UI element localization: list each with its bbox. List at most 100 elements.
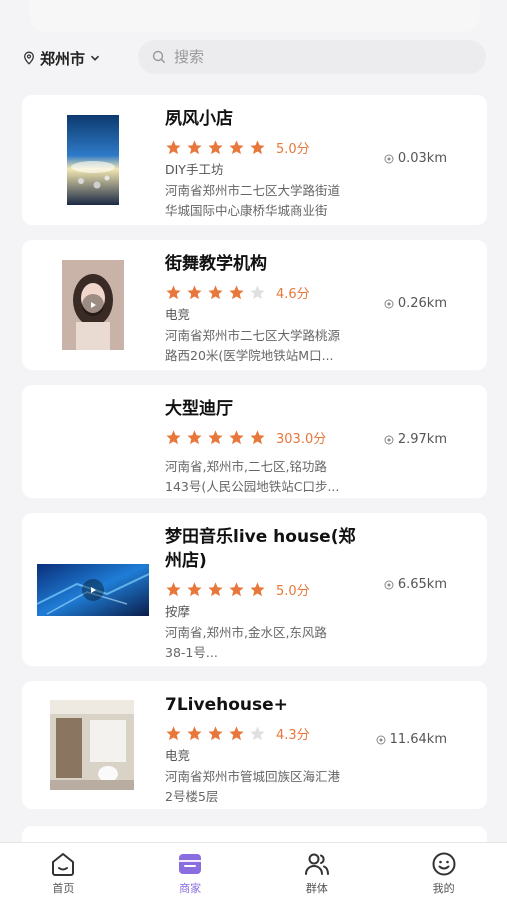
distance-icon (384, 435, 394, 444)
store-name-line2: 州店) (165, 551, 207, 571)
tab-profile[interactable]: 我的 (380, 843, 507, 900)
rating-score: 5.0分 (276, 141, 310, 157)
store-address-line1: 河南省郑州市二七区大学路街道 (165, 183, 341, 198)
rating-score: 303.0分 (276, 431, 327, 447)
star-icon (208, 725, 223, 740)
distance-icon (384, 154, 394, 163)
store-category: 电竞 (165, 748, 191, 763)
store-address-line2: 路西20米(医学院地铁站M口... (165, 348, 334, 363)
star-icon (187, 429, 202, 444)
status-bar-area (30, 0, 480, 32)
distance: 0.03km (384, 151, 447, 166)
rating-score: 5.0分 (276, 583, 310, 599)
star-icon (208, 581, 223, 596)
store-thumbnail (37, 564, 149, 616)
star-empty-icon (250, 284, 265, 299)
bottom-tab-bar: 首页 商家 群体 我的 (0, 842, 507, 900)
home-icon (52, 853, 75, 876)
store-thumbnail (62, 260, 124, 350)
star-icon (208, 284, 223, 299)
play-icon[interactable] (82, 294, 104, 316)
distance-icon (376, 735, 386, 744)
star-icon (166, 429, 181, 444)
star-icon (229, 429, 244, 444)
distance: 2.97km (384, 432, 447, 447)
store-thumbnail (50, 700, 134, 790)
star-icon (187, 284, 202, 299)
distance-icon (384, 299, 394, 308)
location-pin-icon (24, 51, 34, 65)
star-icon (250, 429, 265, 444)
store-card[interactable]: 7Livehouse+ 4.3分 电竞 河南省郑州市管城回族区海汇港 2号楼5层… (22, 681, 487, 809)
tab-label: 群体 (305, 882, 328, 895)
star-icon (166, 581, 181, 596)
tab-home[interactable]: 首页 (0, 843, 127, 900)
store-address-line2: 143号(人民公园地铁站C口步... (165, 479, 340, 494)
star-icon (187, 139, 202, 154)
star-icon (208, 429, 223, 444)
store-info: 梦田音乐live house(郑 州店) 5.0分 按摩 河南省,郑州市,金水区… (165, 525, 395, 663)
store-info: 街舞教学机构 4.6分 电竞 河南省郑州市二七区大学路桃源 路西20米(医学院地… (165, 252, 395, 366)
city-label: 郑州市 (40, 49, 86, 68)
store-name: 街舞教学机构 (165, 254, 267, 274)
distance-value: 11.64km (389, 732, 447, 747)
search-bar[interactable] (138, 40, 486, 74)
store-thumbnail (67, 115, 119, 205)
store-category: DIY手工坊 (165, 162, 224, 177)
star-icon (166, 139, 181, 154)
store-category: 按摩 (165, 604, 191, 619)
rating-score: 4.3分 (276, 727, 310, 743)
star-icon (166, 725, 181, 740)
star-icon (250, 581, 265, 596)
store-address-line2: 38-1号... (165, 645, 218, 660)
distance-value: 6.65km (397, 577, 447, 592)
tab-group[interactable]: 群体 (254, 843, 381, 900)
shop-icon (179, 854, 202, 874)
star-icon (229, 284, 244, 299)
chevron-down-icon (90, 55, 100, 61)
search-icon (152, 50, 166, 64)
store-category: 电竞 (165, 307, 191, 322)
star-icon (229, 139, 244, 154)
store-address-line1: 河南省郑州市二七区大学路桃源 (165, 328, 341, 343)
tab-shop[interactable]: 商家 (127, 843, 254, 900)
store-card[interactable]: 梦田音乐live house(郑 州店) 5.0分 按摩 河南省,郑州市,金水区… (22, 513, 487, 666)
smile-icon (432, 852, 456, 876)
star-icon (229, 581, 244, 596)
distance-value: 0.03km (397, 151, 447, 166)
store-name: 7Livehouse+ (165, 695, 288, 715)
rating-row: 5.0分 (165, 137, 395, 157)
group-icon (304, 853, 329, 875)
play-icon[interactable] (82, 579, 104, 601)
distance: 11.64km (376, 732, 447, 747)
store-card-partial[interactable] (22, 826, 487, 842)
store-card[interactable]: 大型迪厅 303.0分 河南省,郑州市,二七区,铭功路 143号(人民公园地铁站… (22, 385, 487, 498)
star-icon (208, 139, 223, 154)
top-header: 郑州市 (0, 40, 507, 76)
store-address-line2: 2号楼5层 (165, 789, 219, 804)
distance: 0.26km (384, 296, 447, 311)
store-card[interactable]: 街舞教学机构 4.6分 电竞 河南省郑州市二七区大学路桃源 路西20米(医学院地… (22, 240, 487, 370)
star-icon (250, 139, 265, 154)
store-card[interactable]: 夙风小店 5.0分 DIY手工坊 河南省郑州市二七区大学路街道 华城国际中心康桥… (22, 95, 487, 225)
star-icon (229, 725, 244, 740)
rating-score: 4.6分 (276, 286, 310, 302)
distance-value: 2.97km (397, 432, 447, 447)
store-address-line2: 华城国际中心康桥华城商业街 (165, 203, 328, 218)
rating-row: 4.6分 (165, 282, 395, 302)
search-input[interactable] (174, 48, 434, 66)
store-address-line1: 河南省,郑州市,二七区,铭功路 (165, 459, 327, 474)
tab-label: 我的 (432, 882, 455, 895)
star-empty-icon (250, 725, 265, 740)
distance-icon (384, 580, 394, 589)
distance: 6.65km (384, 577, 447, 592)
distance-value: 0.26km (397, 296, 447, 311)
star-icon (187, 581, 202, 596)
city-selector[interactable]: 郑州市 (22, 48, 101, 69)
store-info: 夙风小店 5.0分 DIY手工坊 河南省郑州市二七区大学路街道 华城国际中心康桥… (165, 107, 395, 221)
rating-row: 303.0分 (165, 427, 395, 447)
store-info: 7Livehouse+ 4.3分 电竞 河南省郑州市管城回族区海汇港 2号楼5层 (165, 693, 395, 807)
star-icon (187, 725, 202, 740)
store-name: 梦田音乐live house(郑 (165, 527, 356, 547)
rating-row: 5.0分 (165, 579, 395, 599)
